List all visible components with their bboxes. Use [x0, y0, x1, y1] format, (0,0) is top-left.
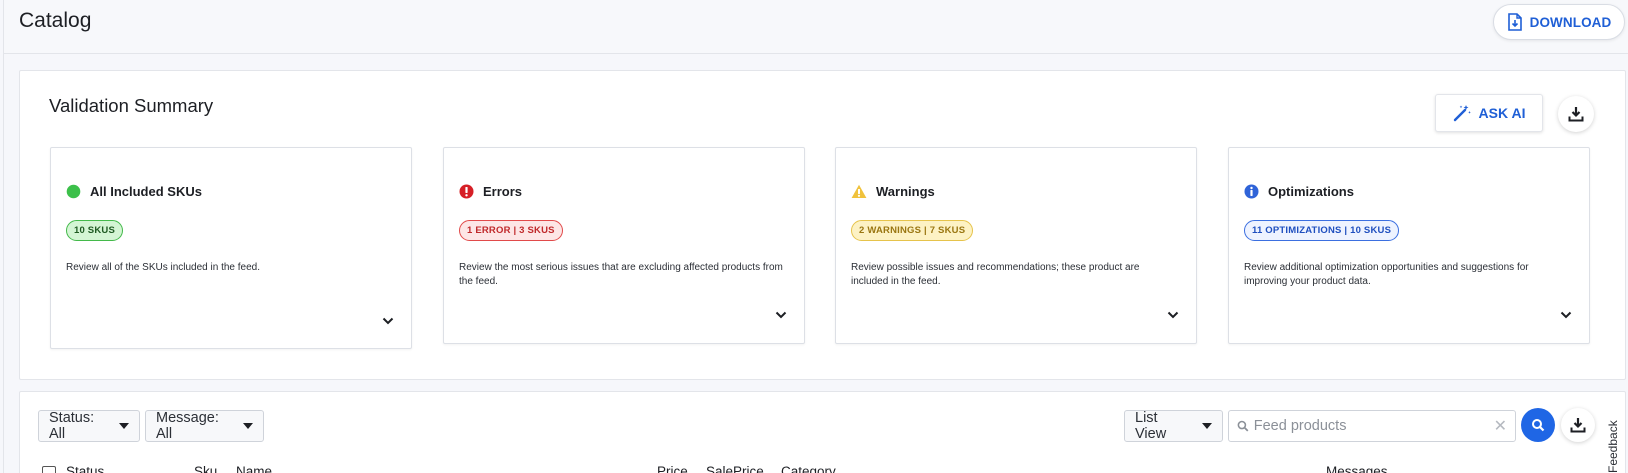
card-header: Warnings	[851, 184, 935, 199]
feedback-tab[interactable]: Feedback	[1604, 420, 1622, 473]
green-dot-icon	[66, 184, 81, 199]
products-panel: Status: All Message: All List View ✕	[19, 391, 1626, 473]
column-header-messages[interactable]: Messages	[1326, 464, 1388, 473]
download-button[interactable]: DOWNLOAD	[1493, 4, 1625, 40]
status-badge: 10 SKUS	[66, 220, 124, 241]
chevron-down-icon[interactable]	[381, 314, 395, 328]
caret-down-icon	[119, 423, 129, 429]
download-tray-icon	[1568, 107, 1584, 122]
caret-down-icon	[1202, 423, 1212, 429]
page: Catalog DOWNLOAD Validation Summary ASK …	[0, 0, 1628, 473]
search-button[interactable]	[1521, 408, 1555, 442]
search-box: ✕	[1228, 410, 1516, 442]
select-all-checkbox[interactable]	[42, 466, 56, 473]
card-warnings[interactable]: Warnings 2 WARNINGS | 7 SKUS Review poss…	[835, 147, 1197, 344]
page-title: Catalog	[19, 9, 92, 32]
card-errors[interactable]: Errors 1 ERROR | 3 SKUS Review the most …	[443, 147, 805, 344]
card-title: Warnings	[876, 184, 935, 199]
table-header: Status Sku Name Price SalePrice Category…	[20, 462, 1625, 473]
card-description: Review the most serious issues that are …	[459, 262, 783, 287]
card-title: Errors	[483, 184, 523, 199]
chevron-down-icon[interactable]	[774, 308, 788, 322]
message-filter-label: Message: All	[156, 410, 219, 442]
download-label: DOWNLOAD	[1529, 14, 1612, 30]
column-header-name[interactable]: Name	[236, 464, 272, 473]
column-header-status[interactable]: Status	[66, 464, 104, 473]
column-header-sku[interactable]: Sku	[194, 464, 217, 473]
search-input[interactable]	[1253, 418, 1489, 434]
chevron-down-icon[interactable]	[1166, 308, 1180, 322]
view-mode-label: List View	[1135, 410, 1167, 442]
validation-summary-title: Validation Summary	[49, 95, 214, 116]
file-download-icon	[1507, 13, 1522, 31]
card-title: Optimizations	[1268, 184, 1354, 199]
ask-ai-button[interactable]: ASK AI	[1435, 94, 1543, 132]
page-header: Catalog DOWNLOAD	[4, 0, 1628, 54]
card-description: Review additional optimization opportuni…	[1244, 262, 1529, 287]
column-header-saleprice[interactable]: SalePrice	[706, 464, 764, 473]
card-all-included-skus[interactable]: All Included SKUs 10 SKUS Review all of …	[50, 147, 412, 349]
card-description: Review all of the SKUs included in the f…	[66, 262, 260, 273]
info-icon	[1244, 184, 1259, 199]
card-optimizations[interactable]: Optimizations 11 OPTIMIZATIONS | 10 SKUS…	[1228, 147, 1590, 344]
card-header: All Included SKUs	[66, 184, 202, 199]
card-description: Review possible issues and recommendatio…	[851, 262, 1140, 287]
column-header-price[interactable]: Price	[657, 464, 688, 473]
view-mode-select[interactable]: List View	[1124, 410, 1223, 442]
magic-wand-icon	[1453, 105, 1471, 122]
clear-icon[interactable]: ✕	[1494, 416, 1507, 436]
search-icon	[1532, 419, 1545, 432]
column-header-category[interactable]: Category	[781, 464, 836, 473]
status-filter-select[interactable]: Status: All	[38, 410, 140, 442]
message-filter-select[interactable]: Message: All	[145, 410, 264, 442]
summary-export-button[interactable]	[1558, 96, 1594, 132]
card-header: Errors	[459, 184, 522, 199]
products-export-button[interactable]	[1561, 408, 1595, 442]
status-badge: 1 ERROR | 3 SKUS	[459, 220, 563, 241]
left-divider	[3, 0, 4, 473]
status-filter-label: Status: All	[49, 410, 95, 442]
card-title: All Included SKUs	[90, 184, 202, 199]
card-header: Optimizations	[1244, 184, 1354, 199]
search-icon	[1237, 420, 1249, 432]
caret-down-icon	[243, 423, 253, 429]
validation-summary-panel: Validation Summary ASK AI All Included S…	[19, 70, 1626, 380]
ask-ai-label: ASK AI	[1478, 105, 1526, 121]
status-badge: 11 OPTIMIZATIONS | 10 SKUS	[1244, 220, 1400, 241]
error-icon	[459, 184, 474, 199]
status-badge: 2 WARNINGS | 7 SKUS	[851, 220, 974, 241]
download-tray-icon	[1570, 418, 1586, 433]
chevron-down-icon[interactable]	[1559, 308, 1573, 322]
warning-icon	[851, 184, 867, 198]
